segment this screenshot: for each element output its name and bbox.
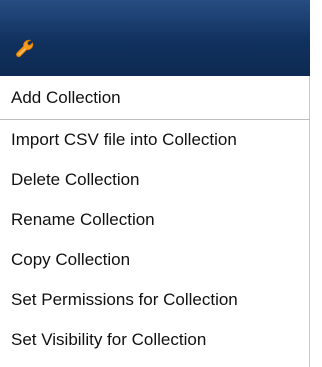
tools-button[interactable]: [10, 34, 40, 64]
menu-item-set-permissions-for-collection[interactable]: Set Permissions for Collection: [0, 280, 310, 320]
menu-item-label: Add Collection: [11, 87, 121, 107]
wrench-icon: [16, 39, 34, 58]
menu-item-label: Set Permissions for Collection: [11, 290, 238, 309]
menu-item-label: Delete Collection: [11, 170, 140, 189]
menu-item-add-collection[interactable]: Add Collection: [0, 76, 310, 120]
menu-item-delete-collection[interactable]: Delete Collection: [0, 160, 310, 200]
menu-item-copy-collection[interactable]: Copy Collection: [0, 240, 310, 280]
menu-item-rename-collection[interactable]: Rename Collection: [0, 200, 310, 240]
menu-item-label: Import CSV file into Collection: [11, 130, 237, 149]
menu-item-set-visibility-for-collection[interactable]: Set Visibility for Collection: [0, 320, 310, 360]
menu-item-label: Set Visibility for Collection: [11, 330, 207, 349]
collection-actions-menu: Add Collection Import CSV file into Coll…: [0, 0, 310, 367]
menu-item-import-csv-file-into-collection[interactable]: Import CSV file into Collection: [0, 120, 310, 160]
menu-item-label: Copy Collection: [11, 250, 131, 269]
menu-list: Add Collection Import CSV file into Coll…: [0, 76, 310, 360]
menu-toolbar: [0, 0, 310, 76]
menu-item-label: Rename Collection: [11, 210, 155, 229]
